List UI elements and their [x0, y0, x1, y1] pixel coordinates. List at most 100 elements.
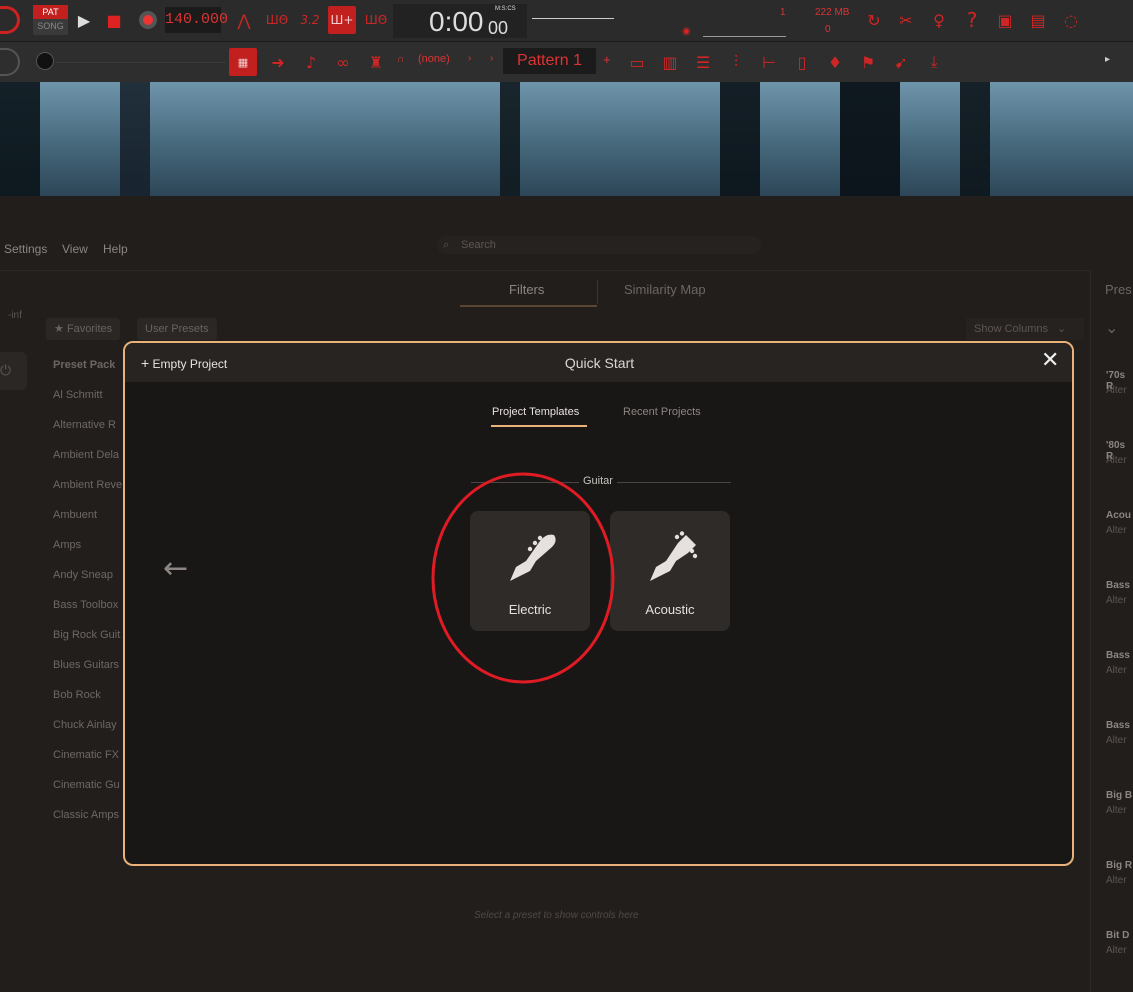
time-main: 0:00: [429, 6, 484, 37]
right-preset-title[interactable]: Bit D: [1106, 930, 1129, 941]
add-pattern-icon[interactable]: +: [603, 52, 611, 67]
menu-settings[interactable]: Settings: [4, 242, 47, 256]
right-preset-title[interactable]: Bass: [1106, 580, 1130, 591]
arrow-right-icon[interactable]: ➜: [264, 48, 292, 76]
right-panel-chevron-icon[interactable]: ⌄: [1105, 318, 1118, 338]
tab-project-templates[interactable]: Project Templates: [492, 406, 579, 418]
power-icon: ⏻: [0, 362, 12, 378]
favorites-chip[interactable]: ★ Favorites: [46, 318, 121, 340]
right-preset-subtitle: Alter: [1106, 455, 1127, 466]
main-toolbar: PAT SONG ▶ ■ 140.000 ⋀ ШΘ 3.2 Ш+ ШΘ 0:00…: [0, 0, 1133, 42]
sidebar-preset-item[interactable]: Amps: [53, 539, 81, 551]
pattern-prev-icon[interactable]: ›: [490, 53, 493, 64]
link-icon[interactable]: ∞: [329, 48, 357, 76]
sidebar-preset-item[interactable]: Chuck Ainlay: [53, 719, 117, 731]
tempo-display[interactable]: 140.000: [165, 7, 228, 33]
tuner-icon[interactable]: ⚑: [854, 48, 882, 76]
loop-record-icon[interactable]: ШΘ: [362, 6, 390, 34]
snap-icon[interactable]: ♪: [297, 48, 325, 76]
master-pitch-slider[interactable]: [56, 62, 226, 63]
dialog-title: Quick Start: [564, 355, 635, 371]
undo-icon[interactable]: ↻: [860, 6, 888, 34]
mixer-icon[interactable]: ⫶: [722, 48, 750, 76]
sidebar-preset-item[interactable]: Blues Guitars: [53, 659, 119, 671]
channel-rack-icon[interactable]: ☰: [689, 48, 717, 76]
download-icon[interactable]: ⤓: [920, 48, 948, 76]
menu-view[interactable]: View: [62, 242, 88, 256]
card-label-acoustic: Acoustic: [645, 602, 695, 617]
save-icon[interactable]: ▣: [991, 6, 1019, 34]
file-icon[interactable]: ▯: [788, 48, 816, 76]
right-preset-subtitle: Alter: [1106, 805, 1127, 816]
toolbar-more-icon[interactable]: ▸: [1105, 54, 1110, 65]
right-preset-title[interactable]: Acou: [1106, 510, 1131, 521]
play-icon[interactable]: ▶: [70, 6, 98, 34]
power-button[interactable]: ⏻: [0, 352, 27, 390]
right-preset-title[interactable]: Big B: [1106, 790, 1132, 801]
arrow-icon[interactable]: ➹: [887, 48, 915, 76]
tab-recent-projects[interactable]: Recent Projects: [623, 406, 701, 418]
sidebar-preset-item[interactable]: Cinematic Gu: [53, 779, 120, 791]
tab-similarity-map[interactable]: Similarity Map: [624, 282, 706, 297]
piano-roll-window-icon[interactable]: ▥: [656, 48, 684, 76]
sidebar-preset-item[interactable]: Classic Amps: [53, 809, 119, 821]
countdown-icon[interactable]: 3.2: [296, 6, 324, 34]
acoustic-guitar-icon: [650, 531, 698, 581]
step-edit-icon[interactable]: Ш+: [328, 6, 356, 34]
playlist-icon[interactable]: ▭: [623, 48, 651, 76]
sidebar-preset-item[interactable]: Cinematic FX: [53, 749, 119, 761]
search-placeholder: Search: [461, 239, 496, 251]
right-preset-title[interactable]: Bass: [1106, 720, 1130, 731]
time-display[interactable]: 0:00 00 M:S:CS: [393, 4, 527, 38]
cpu-memory-monitor: 1 222 MB 0: [700, 4, 850, 38]
snap-selector[interactable]: (none): [418, 53, 450, 65]
piano-roll-icon[interactable]: ▦: [229, 48, 257, 76]
sidebar-preset-item[interactable]: Bass Toolbox: [53, 599, 118, 611]
stop-icon[interactable]: ■: [100, 6, 128, 34]
right-preset-title[interactable]: Bass: [1106, 650, 1130, 661]
sidebar-preset-item[interactable]: Big Rock Guit: [53, 629, 120, 641]
pattern-selector[interactable]: Pattern 1: [503, 48, 596, 74]
right-preset-title[interactable]: Big R: [1106, 860, 1132, 871]
metronome-icon[interactable]: ⋀: [230, 6, 258, 34]
cut-icon[interactable]: ✂: [892, 6, 920, 34]
forest-banner: [0, 82, 1133, 196]
sidebar-preset-item[interactable]: Ambient Reve: [53, 479, 122, 491]
render-icon[interactable]: ▤: [1024, 6, 1052, 34]
snap-dropdown-icon[interactable]: ›: [468, 53, 471, 64]
highlight-ellipse: [431, 472, 615, 684]
sidebar-preset-item[interactable]: Bob Rock: [53, 689, 101, 701]
sidebar-preset-item[interactable]: Ambuent: [53, 509, 97, 521]
active-tab-underline: [491, 425, 587, 427]
record-button[interactable]: [134, 6, 162, 34]
wait-for-input-icon[interactable]: ШΘ: [263, 6, 291, 34]
chat-icon[interactable]: ◌: [1057, 6, 1085, 34]
master-volume-knob[interactable]: [0, 6, 20, 34]
menu-help[interactable]: Help: [103, 242, 128, 256]
tempo-knob[interactable]: [36, 52, 54, 70]
search-input[interactable]: ⌕ Search: [437, 236, 761, 254]
pat-song-switch[interactable]: PAT SONG: [33, 5, 68, 35]
tab-presets-clipped[interactable]: Pres: [1105, 282, 1132, 297]
right-preset-subtitle: Alter: [1106, 385, 1127, 396]
song-position-slider[interactable]: [532, 18, 614, 19]
plugin-icon[interactable]: ♦: [821, 48, 849, 76]
star-icon: ★: [54, 323, 64, 335]
back-arrow-icon[interactable]: ←: [163, 551, 188, 586]
browser-icon[interactable]: ⊢: [755, 48, 783, 76]
sidebar-preset-item[interactable]: Ambient Dela: [53, 449, 119, 461]
tab-filters[interactable]: Filters: [509, 282, 544, 297]
template-card-acoustic[interactable]: Acoustic: [610, 511, 730, 631]
help-icon[interactable]: ?: [958, 6, 986, 34]
stamp-icon[interactable]: ♜: [362, 48, 390, 76]
close-icon[interactable]: ✕: [1041, 348, 1059, 373]
sidebar-preset-item[interactable]: Alternative R: [53, 419, 116, 431]
user-presets-chip[interactable]: User Presets: [137, 318, 217, 340]
show-columns-dropdown[interactable]: Show Columns ⌄: [966, 318, 1084, 340]
right-preset-subtitle: Alter: [1106, 875, 1127, 886]
sidebar-preset-item[interactable]: Al Schmitt: [53, 389, 103, 401]
dialog-header: + Empty Project Quick Start ✕: [125, 343, 1072, 382]
sidebar-preset-item[interactable]: Andy Sneap: [53, 569, 113, 581]
pitch-knob[interactable]: [0, 48, 20, 76]
microphone-icon[interactable]: ♀: [925, 6, 953, 34]
